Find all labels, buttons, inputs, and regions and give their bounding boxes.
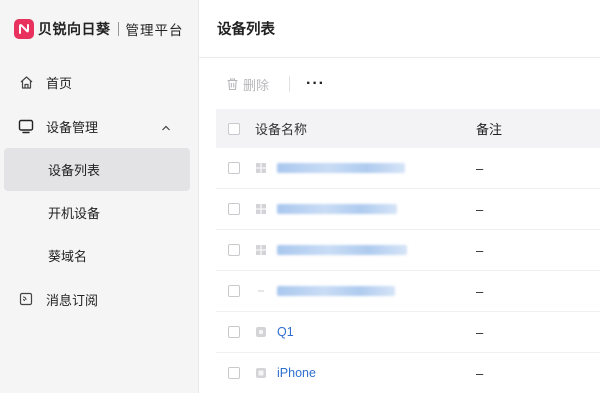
trash-icon	[227, 78, 238, 91]
message-subscription-icon	[18, 291, 34, 307]
more-options-button[interactable]: ···	[306, 76, 325, 92]
brand-name: 贝锐向日葵	[38, 21, 111, 37]
device-name-cell[interactable]: Q1	[255, 325, 476, 339]
note-cell: –	[476, 242, 484, 258]
monitor-icon	[18, 118, 34, 134]
toolbar: 删除 ···	[199, 58, 600, 110]
row-checkbox[interactable]	[228, 367, 240, 379]
device-name-redacted	[277, 286, 395, 296]
table-header: 设备名称 备注	[216, 109, 600, 148]
sunlogin-logo-icon	[14, 19, 34, 39]
device-name-redacted	[277, 204, 397, 214]
row-checkbox[interactable]	[228, 326, 240, 338]
device-name-cell[interactable]	[255, 244, 476, 256]
row-checkbox[interactable]	[228, 203, 240, 215]
sidebar-item-label: 首页	[46, 75, 73, 91]
sidebar-nav: 首页 设备管理 设备列表 开机设备 葵域名 消息订阅	[0, 60, 198, 321]
note-cell: –	[476, 365, 484, 381]
row-checkbox[interactable]	[228, 162, 240, 174]
sidebar-item-label: 开机设备	[48, 206, 101, 221]
sidebar-item-label: 设备管理	[46, 119, 99, 135]
row-checkbox[interactable]	[228, 285, 240, 297]
brand-subtitle: 管理平台	[125, 23, 184, 38]
device-name-redacted	[277, 245, 407, 255]
note-cell: –	[476, 283, 484, 299]
sidebar: 贝锐向日葵 管理平台 首页 设备管理 设备列表 开机设备 葵域名 消息订阅	[0, 0, 199, 393]
note-cell: –	[476, 324, 484, 340]
sidebar-item-label: 设备列表	[48, 163, 101, 178]
table-row[interactable]: –	[216, 230, 600, 271]
device-name-cell[interactable]: iPhone	[255, 366, 476, 380]
phone-icon	[256, 368, 266, 378]
column-header-note[interactable]: 备注	[476, 119, 502, 138]
page-title: 设备列表	[199, 0, 600, 58]
device-name-cell[interactable]	[255, 162, 476, 174]
sidebar-item-message-subscription[interactable]: 消息订阅	[0, 277, 198, 321]
note-cell: –	[476, 201, 484, 217]
device-icon	[256, 327, 266, 337]
sidebar-item-domain[interactable]: 葵域名	[4, 234, 190, 277]
windows-icon	[256, 245, 266, 255]
table-row[interactable]: Q1 –	[216, 312, 600, 353]
table-row[interactable]: –	[216, 271, 600, 312]
device-name-cell[interactable]	[255, 203, 476, 215]
sidebar-item-label: 消息订阅	[46, 292, 99, 308]
home-icon	[18, 74, 34, 90]
brand-header[interactable]: 贝锐向日葵 管理平台	[0, 0, 198, 58]
delete-button[interactable]: 删除	[226, 75, 269, 94]
windows-icon	[256, 204, 266, 214]
delete-label: 删除	[243, 77, 270, 93]
sidebar-item-device-list[interactable]: 设备列表	[4, 148, 190, 191]
table-row[interactable]: –	[216, 148, 600, 189]
device-name-link[interactable]: Q1	[277, 325, 294, 339]
linux-icon	[258, 290, 264, 292]
toolbar-divider	[289, 76, 291, 92]
table-row[interactable]: –	[216, 189, 600, 230]
device-name-cell[interactable]	[255, 285, 476, 297]
sidebar-item-label: 葵域名	[48, 249, 88, 264]
chevron-up-icon[interactable]	[161, 120, 171, 135]
device-table: 设备名称 备注 – – – – Q1 – iPhone –	[216, 109, 600, 393]
row-checkbox[interactable]	[228, 244, 240, 256]
windows-icon	[256, 163, 266, 173]
device-name-link[interactable]: iPhone	[277, 366, 316, 380]
note-cell: –	[476, 160, 484, 176]
device-name-redacted	[277, 163, 405, 173]
sidebar-item-home[interactable]: 首页	[0, 60, 198, 104]
table-row[interactable]: iPhone –	[216, 353, 600, 393]
sidebar-item-device-management[interactable]: 设备管理	[0, 104, 198, 148]
column-header-device-name[interactable]: 设备名称	[255, 119, 476, 138]
sidebar-item-powered-devices[interactable]: 开机设备	[4, 191, 190, 234]
main-content: 设备列表 删除 ··· 设备名称 备注 – – – – Q1 – iPhone …	[199, 0, 600, 393]
brand-divider	[117, 22, 119, 36]
select-all-checkbox[interactable]	[228, 122, 240, 135]
